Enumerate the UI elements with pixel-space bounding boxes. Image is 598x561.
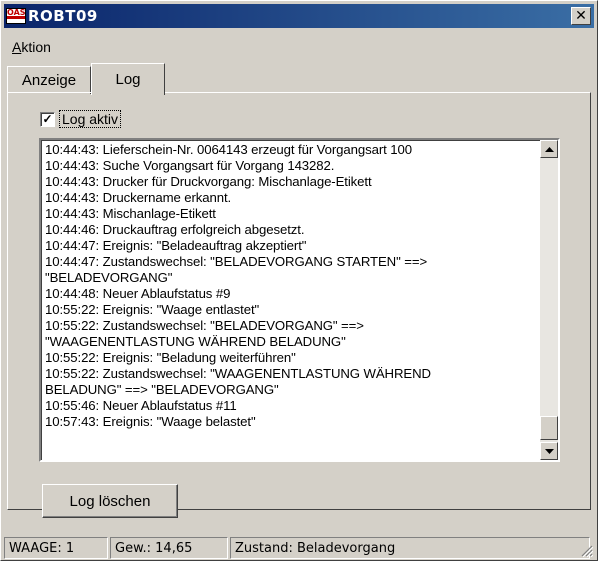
log-line: 10:55:22: Ereignis: "Beladung weiterführ… [45, 350, 296, 365]
tab-log[interactable]: Log [91, 63, 165, 95]
scroll-thumb[interactable] [540, 416, 558, 440]
scroll-down-button[interactable] [540, 442, 558, 460]
log-line: 10:55:46: Neuer Ablaufstatus #11 [45, 398, 237, 413]
app-logo-text: OAS [7, 8, 26, 17]
log-line: BELADUNG" ==> "BELADEVORGANG" [45, 382, 279, 397]
menu-aktion[interactable]: Aktion [4, 39, 59, 55]
log-line: 10:44:43: Suche Vorgangsart für Vorgang … [45, 158, 335, 173]
status-zustand: Zustand: Beladevorgang [230, 537, 590, 559]
log-active-toggle[interactable]: ✓ Log aktiv [40, 110, 122, 128]
scroll-up-button[interactable] [540, 140, 558, 158]
log-line: 10:44:43: Drucker für Druckvorgang: Misc… [45, 174, 372, 189]
title-bar[interactable]: OAS ROBT09 ✕ [4, 4, 594, 28]
log-line: 10:44:47: Ereignis: "Beladeauftrag akzep… [45, 238, 307, 253]
log-line: 10:44:47: Zustandswechsel: "BELADEVORGAN… [45, 254, 428, 269]
tab-anzeige[interactable]: Anzeige [7, 66, 91, 94]
log-line: 10:55:22: Zustandswechsel: "WAAGENENTLAS… [45, 366, 431, 381]
log-line: 10:55:22: Ereignis: "Waage entlastet" [45, 302, 260, 317]
menu-aktion-mnemonic: A [12, 39, 22, 55]
log-active-checkbox[interactable]: ✓ [40, 111, 55, 127]
log-line: 10:44:48: Neuer Ablaufstatus #9 [45, 286, 231, 301]
menu-bar: Aktion [4, 39, 59, 59]
status-waage: WAAGE: 1 [4, 537, 108, 559]
window-title: ROBT09 [28, 7, 98, 25]
arrow-up-icon [544, 146, 554, 152]
status-bar: WAAGE: 1 Gew.: 14,65 Zustand: Beladevorg… [4, 537, 596, 559]
log-lines: 10:44:43: Lieferschein-Nr. 0064143 erzeu… [45, 142, 538, 430]
arrow-down-icon [544, 448, 554, 454]
log-listbox[interactable]: 10:44:43: Lieferschein-Nr. 0064143 erzeu… [39, 138, 560, 462]
log-line: 10:57:43: Ereignis: "Waage belastet" [45, 414, 256, 429]
log-tab-panel: ✓ Log aktiv 10:44:43: Lieferschein-Nr. 0… [7, 92, 591, 518]
resize-grip-icon[interactable] [581, 545, 593, 557]
log-line: 10:44:46: Druckauftrag erfolgreich abges… [45, 222, 305, 237]
app-logo-icon: OAS [6, 8, 26, 24]
log-line: "WAAGENENTLASTUNG WÄHREND BELADUNG" [45, 334, 346, 349]
log-line: "BELADEVORGANG" [45, 270, 173, 285]
log-line: 10:44:43: Mischanlage-Etikett [45, 206, 216, 221]
status-gewicht: Gew.: 14,65 [110, 537, 228, 559]
app-window: OAS ROBT09 ✕ Aktion Anzeige Log ✓ Log ak… [0, 0, 598, 561]
log-line: 10:55:22: Zustandswechsel: "BELADEVORGAN… [45, 318, 364, 333]
log-line: 10:44:43: Lieferschein-Nr. 0064143 erzeu… [45, 142, 412, 157]
log-line: 10:44:43: Druckername erkannt. [45, 190, 232, 205]
close-button[interactable]: ✕ [571, 7, 591, 25]
log-active-label: Log aktiv [59, 110, 122, 128]
tab-strip: Anzeige Log [7, 63, 587, 95]
log-scrollbar[interactable] [540, 140, 558, 460]
clear-log-button[interactable]: Log löschen [42, 484, 178, 518]
menu-aktion-label: ktion [21, 39, 51, 55]
